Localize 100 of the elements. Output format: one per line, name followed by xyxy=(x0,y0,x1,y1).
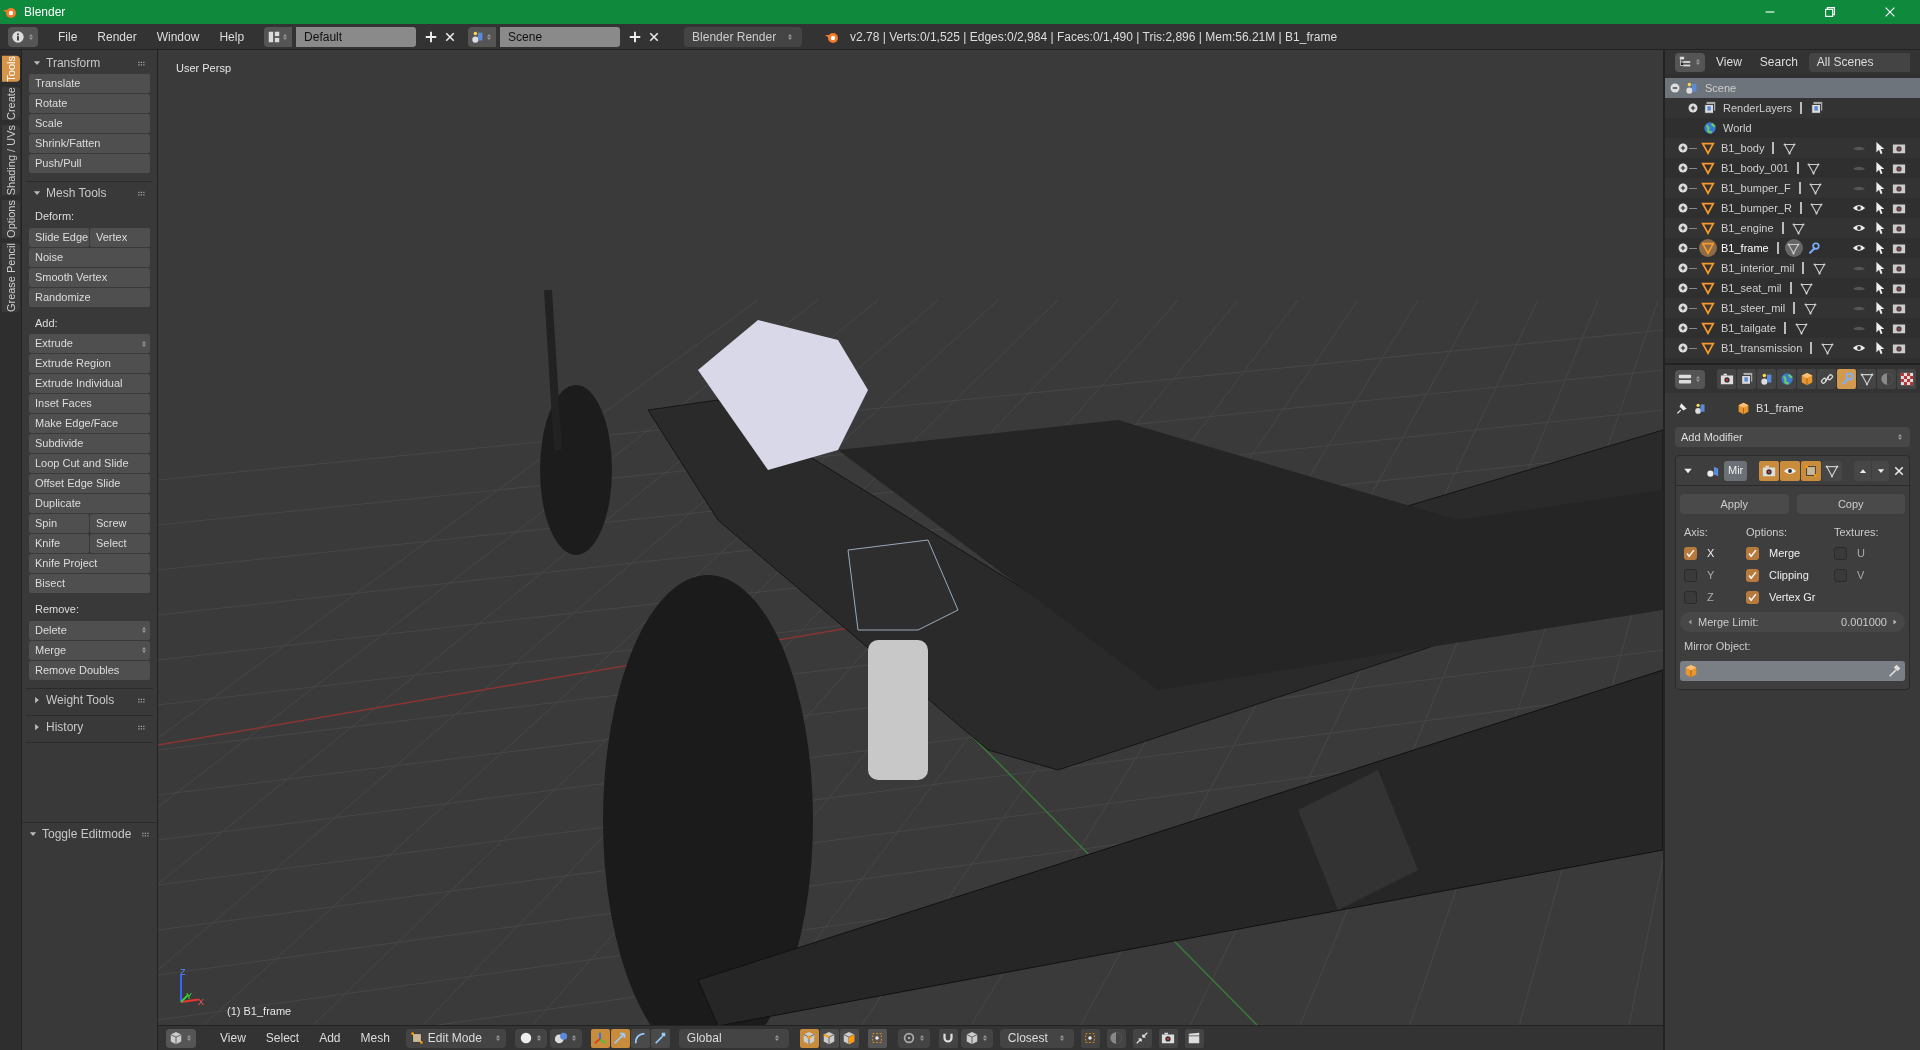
modifier-action-button[interactable]: Copy xyxy=(1796,494,1905,514)
checkbox[interactable] xyxy=(1746,546,1759,560)
mode-dropdown[interactable]: Edit Mode xyxy=(405,1028,506,1048)
dropdown-menu[interactable]: Extrude xyxy=(29,334,150,353)
tool-button[interactable]: Smooth Vertex xyxy=(29,267,150,287)
expand-icon[interactable] xyxy=(1677,342,1689,354)
viewport[interactable]: User Persp (1) B1_frame Z Y X xyxy=(158,50,1663,1025)
triangle-icon[interactable] xyxy=(1701,201,1715,215)
vertex-select-button[interactable] xyxy=(799,1028,819,1048)
tool-button[interactable]: Subdivide xyxy=(29,434,150,453)
menu-item[interactable]: Window xyxy=(148,24,208,49)
triangle-icon[interactable] xyxy=(1701,241,1715,255)
menu-item[interactable]: Search xyxy=(1752,53,1805,71)
tool-button[interactable]: Push/Pull xyxy=(29,154,150,173)
tool-button[interactable]: Duplicate xyxy=(29,494,150,513)
proportional-edit-dropdown[interactable] xyxy=(897,1028,930,1048)
close-icon[interactable] xyxy=(1893,464,1906,477)
menu-item[interactable]: View xyxy=(1709,53,1749,71)
expand-icon[interactable] xyxy=(1677,262,1689,274)
close-icon[interactable] xyxy=(648,30,661,43)
tree-row[interactable]: B1_bumper_F xyxy=(1665,178,1920,198)
modifier-name-field[interactable]: Mir xyxy=(1724,460,1748,481)
mesh-data-icon[interactable] xyxy=(1794,321,1808,335)
triangle-icon[interactable] xyxy=(1701,321,1715,335)
triangle-icon[interactable] xyxy=(1701,221,1715,235)
expand-icon[interactable] xyxy=(1677,322,1689,334)
axes-manipulator-button[interactable] xyxy=(590,1028,610,1048)
tree-row[interactable]: B1_engine xyxy=(1665,218,1920,238)
move-up-button[interactable] xyxy=(1854,460,1872,481)
snap-button[interactable] xyxy=(1080,1028,1100,1048)
editor-type-button[interactable] xyxy=(8,26,38,47)
editor-type-button[interactable] xyxy=(1675,369,1705,389)
mesh-data-icon[interactable] xyxy=(1782,141,1796,155)
tool-button[interactable]: Randomize xyxy=(29,287,150,307)
properties-tab[interactable] xyxy=(1817,369,1836,389)
render-layers-icon[interactable] xyxy=(1703,101,1717,115)
modifier-toggle[interactable] xyxy=(1801,460,1822,481)
expand-icon[interactable] xyxy=(1677,242,1689,254)
mesh-data-icon[interactable] xyxy=(1820,341,1834,355)
mesh-data-icon[interactable] xyxy=(1809,181,1823,195)
tree-row[interactable]: RenderLayers xyxy=(1665,98,1920,118)
tool-button[interactable]: Knife Project xyxy=(29,554,150,573)
render-engine-dropdown[interactable]: Blender Render xyxy=(684,26,803,47)
tree-row[interactable]: B1_body xyxy=(1665,138,1920,158)
add-modifier-dropdown[interactable]: Add Modifier xyxy=(1675,427,1910,447)
panel-title[interactable]: History xyxy=(46,717,84,736)
panel-title[interactable]: Mesh Tools xyxy=(46,184,107,202)
scale-manipulator-button[interactable] xyxy=(650,1028,670,1048)
menu-item[interactable]: Select xyxy=(258,1029,307,1047)
expand-icon[interactable] xyxy=(1677,142,1689,154)
animation-button[interactable] xyxy=(1184,1028,1204,1048)
menu-item[interactable]: Add xyxy=(312,1029,348,1047)
globe-icon[interactable] xyxy=(1703,121,1717,135)
tool-button[interactable]: Select xyxy=(90,534,150,553)
expand-icon[interactable] xyxy=(1677,182,1689,194)
render-layers-icon[interactable] xyxy=(1810,101,1825,115)
tool-button[interactable]: Slide Edge xyxy=(29,227,89,247)
add-icon[interactable] xyxy=(424,29,439,44)
expand-icon[interactable] xyxy=(1687,102,1699,114)
rotate-manipulator-button[interactable] xyxy=(630,1028,650,1048)
tool-tab[interactable]: Grease Pencil xyxy=(1,242,20,313)
mesh-data-icon[interactable] xyxy=(1803,301,1817,315)
screen-layout-field[interactable]: Default xyxy=(296,26,417,47)
properties-tab[interactable] xyxy=(1777,369,1796,389)
move-down-button[interactable] xyxy=(1872,460,1890,481)
tool-button[interactable]: Extrude Region xyxy=(29,354,150,373)
tool-tab[interactable]: Shading / UVs xyxy=(1,124,20,196)
checkbox[interactable] xyxy=(1684,546,1697,560)
menu-item[interactable]: Mesh xyxy=(353,1029,397,1047)
editor-type-button[interactable] xyxy=(1675,52,1705,72)
panel-title[interactable]: Transform xyxy=(46,54,101,72)
panel-title[interactable]: Toggle Editmode xyxy=(42,825,132,843)
render-button[interactable] xyxy=(1158,1028,1178,1048)
checkbox[interactable] xyxy=(1746,568,1759,582)
editor-type-button[interactable] xyxy=(166,1028,196,1048)
modifier-action-button[interactable]: Apply xyxy=(1680,494,1789,514)
tool-button[interactable]: Rotate xyxy=(29,94,150,113)
display-mode-dropdown[interactable]: All Scenes xyxy=(1808,52,1910,72)
limit-selection-button[interactable] xyxy=(867,1028,887,1048)
snap-target-dropdown[interactable]: Closest xyxy=(999,1028,1074,1048)
snap-toggle-button[interactable] xyxy=(938,1028,958,1048)
tool-tab[interactable]: Create xyxy=(1,86,20,120)
tree-row[interactable]: B1_transmission xyxy=(1665,338,1920,358)
properties-tab[interactable] xyxy=(1737,369,1756,389)
translate-manipulator-button[interactable] xyxy=(610,1028,630,1048)
modifier-toggle[interactable] xyxy=(1759,460,1780,481)
expand-icon[interactable] xyxy=(1677,222,1689,234)
expand-icon[interactable] xyxy=(1677,302,1689,314)
triangle-icon[interactable] xyxy=(1701,161,1715,175)
orientation-dropdown[interactable]: Global xyxy=(678,1028,789,1048)
tool-button[interactable]: Noise xyxy=(29,247,150,267)
modifier-toggle[interactable] xyxy=(1822,460,1843,481)
modifier-toggle[interactable] xyxy=(1780,460,1801,481)
properties-tab[interactable] xyxy=(1717,369,1736,389)
snap-element-dropdown[interactable] xyxy=(960,1028,993,1048)
dropdown-menu[interactable]: Merge xyxy=(29,640,150,660)
layout-button[interactable] xyxy=(264,26,293,47)
menu-item[interactable]: View xyxy=(213,1029,253,1047)
expand-icon[interactable] xyxy=(1677,162,1689,174)
tree-row[interactable]: B1_steer_mil xyxy=(1665,298,1920,318)
